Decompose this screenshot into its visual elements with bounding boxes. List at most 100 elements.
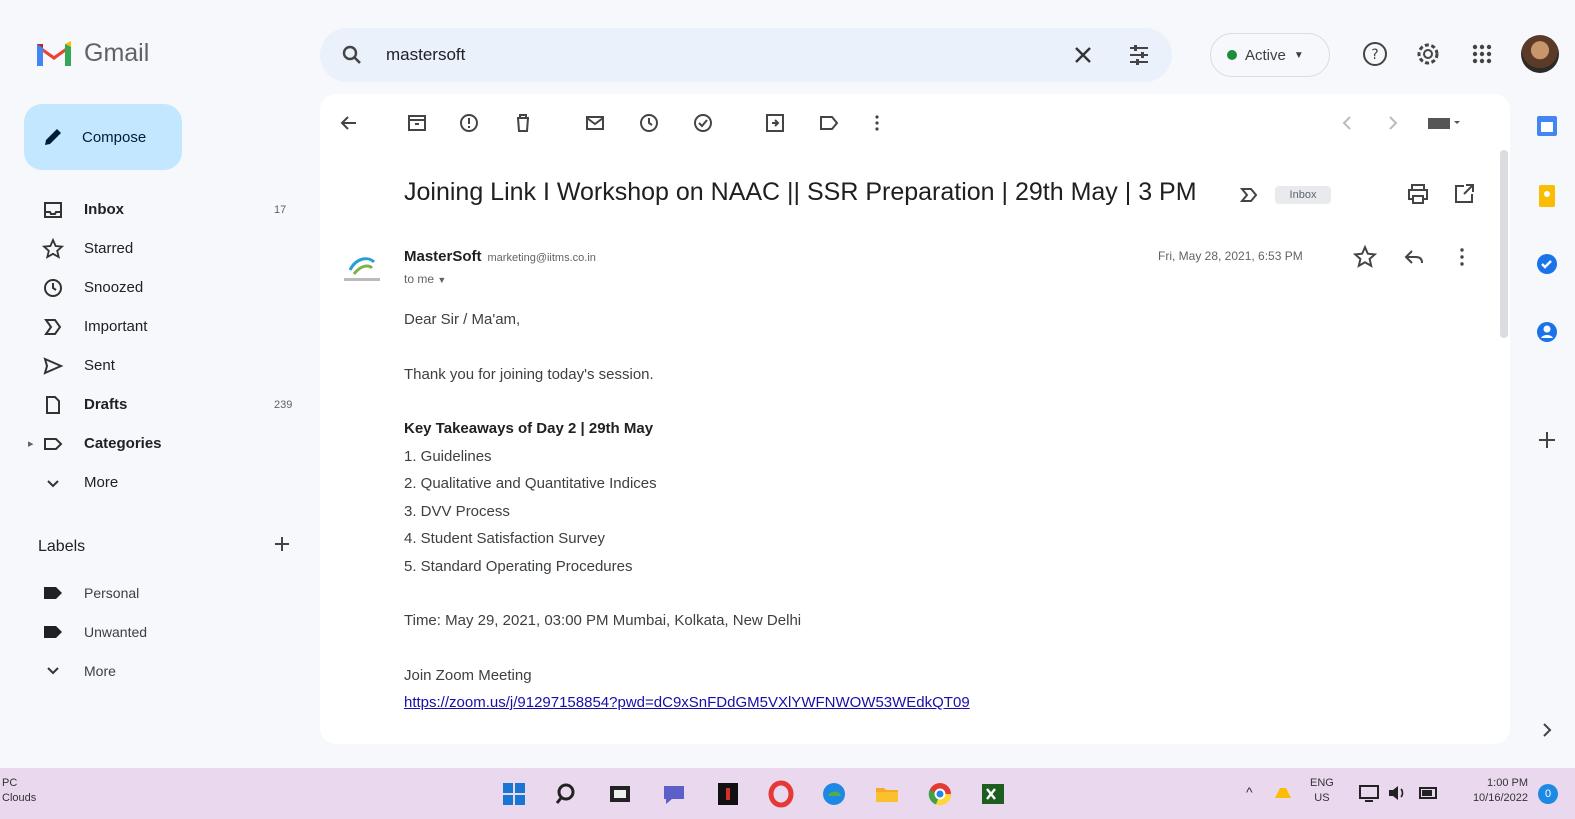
- monitor-icon[interactable]: [1358, 782, 1380, 804]
- label-item-unwanted[interactable]: Unwanted: [24, 613, 304, 652]
- keyboard-region: US: [1314, 792, 1330, 804]
- report-spam-icon[interactable]: [458, 112, 480, 134]
- sidebar-item-important[interactable]: Important: [24, 307, 304, 346]
- filter-options-icon[interactable]: [1126, 42, 1152, 68]
- search-bar[interactable]: mastersoft: [320, 28, 1172, 82]
- volume-icon[interactable]: [1386, 782, 1408, 804]
- help-icon[interactable]: ?: [1361, 40, 1389, 68]
- sender-email: marketing@iitms.co.in: [487, 252, 596, 264]
- gmail-window: Gmail mastersoft Active ▼ ? Compose Inbo…: [0, 0, 1575, 768]
- mark-unread-icon[interactable]: [584, 112, 606, 134]
- join-meeting-label: Join Zoom Meeting: [404, 666, 532, 684]
- sidebar-item-inbox[interactable]: Inbox 17: [24, 190, 304, 229]
- chevron-up-icon[interactable]: ^: [1246, 784, 1253, 800]
- reply-icon[interactable]: [1402, 245, 1426, 269]
- sidebar-item-label: More: [84, 474, 119, 491]
- windows-start-icon[interactable]: [500, 780, 528, 808]
- sidebar-nav: Inbox 17 Starred Snoozed Important Sent …: [24, 190, 304, 502]
- sidebar-item-drafts[interactable]: Drafts 239: [24, 385, 304, 424]
- archive-icon[interactable]: [406, 112, 428, 134]
- search-icon[interactable]: [340, 43, 364, 67]
- chrome-icon[interactable]: [926, 780, 954, 808]
- system-clock[interactable]: 1:00 PM 10/16/2022: [1452, 776, 1528, 806]
- chat-icon[interactable]: [660, 780, 688, 808]
- move-to-icon[interactable]: [764, 112, 786, 134]
- edge-icon[interactable]: [820, 780, 848, 808]
- chevron-down-icon: [47, 480, 59, 488]
- label-tag-icon: [44, 626, 62, 638]
- email-subject: Joining Link I Workshop on NAAC || SSR P…: [404, 178, 1197, 206]
- sidebar-item-more[interactable]: More: [24, 463, 304, 502]
- app-icon[interactable]: [714, 780, 742, 808]
- chevron-down-icon: ▼: [437, 275, 447, 285]
- labels-heading: Labels: [38, 538, 86, 555]
- tasks-icon[interactable]: [1533, 250, 1561, 278]
- print-icon[interactable]: [1406, 182, 1430, 206]
- clock-date: 10/16/2022: [1472, 792, 1528, 804]
- calendar-icon[interactable]: [1533, 112, 1561, 140]
- label-item-more[interactable]: More: [24, 652, 304, 691]
- task-view-icon[interactable]: [606, 780, 634, 808]
- sidebar-item-sent[interactable]: Sent: [24, 346, 304, 385]
- chevron-right-icon[interactable]: [1382, 112, 1404, 134]
- chevron-right-icon[interactable]: [1533, 716, 1561, 744]
- search-input[interactable]: mastersoft: [386, 45, 465, 65]
- sidebar-item-starred[interactable]: Starred: [24, 229, 304, 268]
- contacts-icon[interactable]: [1533, 318, 1561, 346]
- excel-icon[interactable]: [979, 780, 1007, 808]
- clock-time: 1:00 PM: [1487, 777, 1528, 789]
- sidebar-item-label: Snoozed: [84, 279, 144, 296]
- keyboard-input-icon[interactable]: [1426, 112, 1462, 134]
- important-marker-icon[interactable]: [1238, 184, 1260, 206]
- more-vert-icon[interactable]: [866, 112, 888, 134]
- sidebar-item-categories[interactable]: ▸ Categories: [24, 424, 304, 463]
- back-arrow-icon[interactable]: [338, 112, 360, 134]
- sender-name[interactable]: MasterSoft: [404, 248, 482, 265]
- email-body: Dear Sir / Ma'am, Thank you for joining …: [404, 306, 970, 717]
- notification-badge[interactable]: 0: [1538, 784, 1558, 804]
- more-vert-icon[interactable]: [1450, 245, 1474, 269]
- star-icon[interactable]: [1353, 245, 1377, 269]
- apps-grid-icon[interactable]: [1468, 40, 1496, 68]
- label-name: More: [84, 663, 116, 679]
- folder-chip[interactable]: Inbox: [1275, 186, 1331, 204]
- app-name: Gmail: [84, 38, 150, 67]
- send-icon: [43, 357, 64, 375]
- sidebar-item-label: Drafts: [84, 396, 128, 413]
- close-icon[interactable]: [1070, 42, 1096, 68]
- label-icon[interactable]: [818, 112, 840, 134]
- svg-text:?: ?: [1371, 47, 1378, 63]
- keep-notes-icon[interactable]: [1533, 182, 1561, 210]
- chevron-left-icon[interactable]: [1336, 112, 1358, 134]
- scrollbar-thumb[interactable]: [1500, 150, 1508, 338]
- recipient-details[interactable]: to me ▼: [404, 272, 446, 286]
- meeting-time: Time: May 29, 2021, 03:00 PM Mumbai, Kol…: [404, 612, 802, 629]
- gear-icon[interactable]: [1414, 40, 1442, 68]
- open-in-new-window-icon[interactable]: [1452, 182, 1476, 206]
- weather-widget[interactable]: PC Clouds: [2, 776, 36, 806]
- snooze-icon[interactable]: [638, 112, 660, 134]
- avatar[interactable]: [1521, 35, 1559, 73]
- taskbar: PC Clouds ^ ENG US 1:00 PM 10/16/2022 0: [0, 768, 1575, 819]
- add-label-icon[interactable]: [270, 532, 294, 556]
- add-task-icon[interactable]: [692, 112, 714, 134]
- add-addon-icon[interactable]: [1533, 426, 1561, 454]
- zoom-link[interactable]: https://zoom.us/j/91297158854?pwd=dC9xSn…: [404, 694, 970, 711]
- expand-caret-icon[interactable]: ▸: [28, 437, 34, 450]
- label-name: Unwanted: [84, 624, 148, 640]
- file-explorer-icon[interactable]: [873, 780, 901, 808]
- status-dot: [1227, 50, 1237, 60]
- chevron-down-icon: [47, 667, 59, 675]
- delete-icon[interactable]: [512, 112, 534, 134]
- sidebar-item-snoozed[interactable]: Snoozed: [24, 268, 304, 307]
- weather-text: Clouds: [2, 792, 37, 804]
- search-icon[interactable]: [553, 780, 581, 808]
- drive-sync-icon[interactable]: [1272, 782, 1294, 804]
- compose-button[interactable]: Compose: [24, 104, 182, 170]
- battery-icon[interactable]: [1418, 782, 1440, 804]
- language-indicator[interactable]: ENG US: [1310, 776, 1334, 806]
- label-item-personal[interactable]: Personal: [24, 574, 304, 613]
- gmail-logo[interactable]: Gmail: [34, 38, 149, 68]
- opera-icon[interactable]: [767, 780, 795, 808]
- status-selector[interactable]: Active ▼: [1210, 33, 1330, 77]
